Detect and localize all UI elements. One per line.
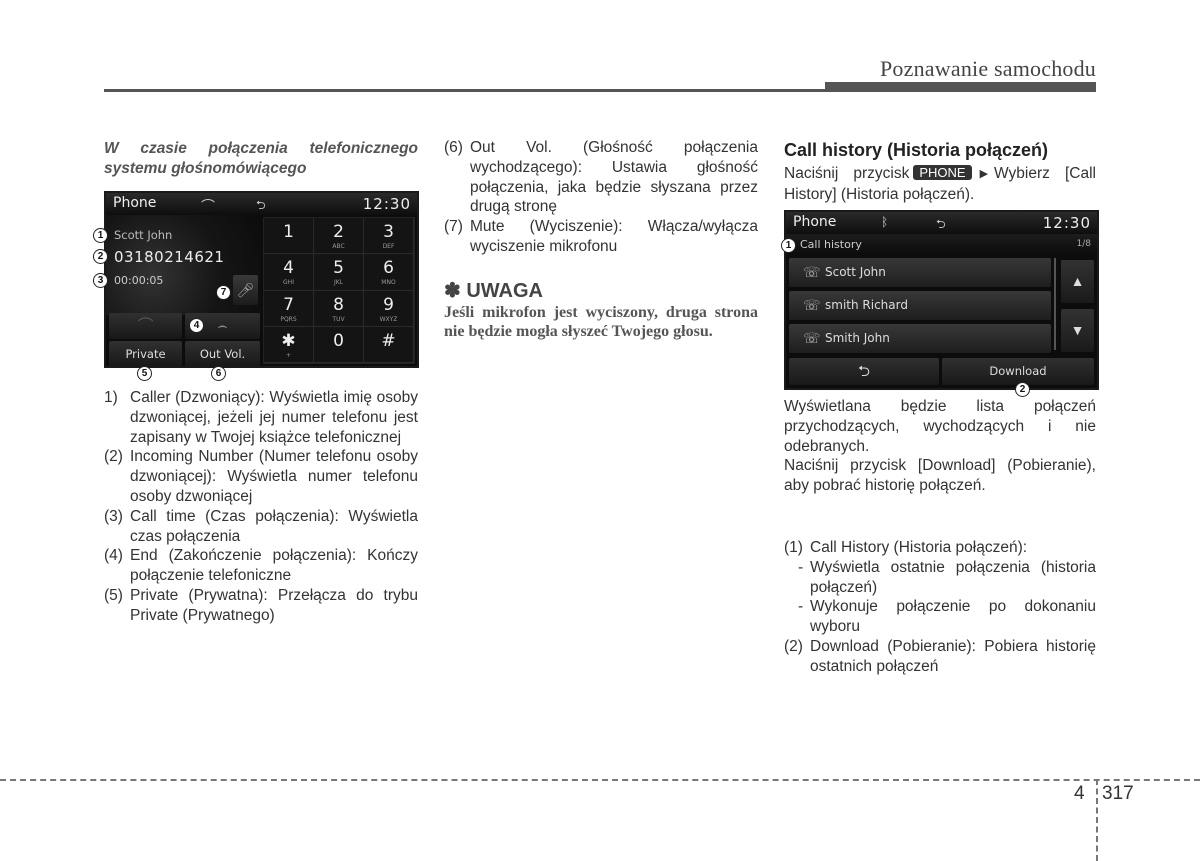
list-item: (6) Out Vol. (Głośność połączenia wychodz… [444,139,758,216]
list-item: (5) Private (Prywatna): Przełącza do tryb… [104,586,418,624]
missed-call-icon: ☏ [803,264,821,280]
list-item: 1) Caller (Dzwoniący): Wyświetla imię oso… [104,389,418,446]
usb-icon: ⮌ [936,217,946,231]
list-item: (2) Incoming Number (Numer telefonu osoby… [104,448,418,505]
chapter-number: 4 [1074,783,1085,804]
triangle-down-icon: ▼ [1070,322,1085,338]
key-6[interactable]: 6 MNO [364,254,414,291]
list-item: (3) Call time (Czas połączenia): Wyświetl… [104,507,418,545]
clock: 12:30 [362,195,411,213]
call-time: 00:00:05 [114,274,164,287]
note-title: ✽ UWAGA [444,280,543,302]
note-text: Jeśli mikrofon jest wyciszony, druga str… [444,304,758,340]
header-rule [104,89,826,92]
paragraph-list-info: Wyświetlana będzie lista połączeń przych… [784,398,1096,455]
phone-button-badge: PHONE [913,165,972,180]
call-history-label: Call history [800,238,862,251]
subheading: W czasie połączenia telefonicznego syste… [104,140,418,177]
right-description-list: (1) Call History (Historia połączeń): - Wy… [784,538,1096,677]
callout-2: 2 [1015,382,1030,397]
call-history-subheader: Call history 1/8 [786,234,1097,254]
dial-keypad: 1 2 ABC 3 DEF 4 GHI 5 JKL 6 MNO 7 PQRS 8 TUV 9W… [263,217,415,364]
list-item: (7) Mute (Wyciszenie): Włącza/wyłącza wyc… [444,218,758,255]
key-5[interactable]: 5 JKL [314,254,364,291]
header-bar [825,82,1096,92]
page-indicator: 1/8 [1076,239,1091,249]
bluetooth-icon: ᛒ [881,215,889,229]
call-history-screen: Phone ᛒ ⮌ 12:30 Call history 1/8 ☏ Scott… [784,210,1099,390]
key-7[interactable]: 7 PQRS [264,290,314,327]
sub-list-item: - Wykonuje połączenie po dokonaniu wyboru [798,598,1096,636]
key-8[interactable]: 8 TUV [314,290,364,327]
left-description-list: 1) Caller (Dzwoniący): Wyświetla imię oso… [104,388,418,626]
status-bar: Phone ᛒ ⮌ 12:30 [786,212,1097,234]
usb-icon: ⮌ [256,198,266,212]
scroll-up-button[interactable]: ▲ [1061,260,1094,303]
history-entry[interactable]: ☏ Smith John [789,324,1051,353]
description-paragraphs: Wyświetlana będzie lista połączeń przych… [784,397,1096,496]
call-button[interactable]: ⌒ [109,313,182,339]
back-button[interactable]: ⮌ [789,358,939,385]
mute-microphone-icon: 🎤︎ [236,282,255,298]
instruction-paragraph: Naciśnij przycisk PHONE ▶ Wybierz [Call His… [784,165,1096,203]
call-icon: ⌒ [137,316,154,335]
callout-2: 2 [93,249,108,264]
key-star[interactable]: ✱ + [264,326,314,363]
page-number: 317 [1102,783,1134,804]
callout-4: 4 [189,318,204,333]
key-2[interactable]: 2 ABC [314,218,364,255]
list-item: (2) Download (Pobieranie): Pobiera histor… [784,637,1096,675]
callout-5: 5 [137,366,152,381]
key-9[interactable]: 9 WXYZ [364,290,414,327]
call-history-heading: Call history (Historia połączeń) [784,140,1049,160]
callout-1: 1 [93,228,108,243]
callout-3: 3 [93,273,108,288]
footer-dashed-rule [0,779,1200,781]
private-button[interactable]: Private [109,341,182,366]
phone-call-screen: Phone ⌒ ⮌ 12:30 Scott John 03180214621 0… [104,191,419,368]
middle-description-list: (6) Out Vol. (Głośność połączenia wychodz… [444,138,758,257]
triangle-up-icon: ▲ [1070,273,1085,289]
phone-handset-icon: ⌒ [201,199,215,215]
key-3[interactable]: 3 DEF [364,218,414,255]
callout-1: 1 [781,238,796,253]
arrow-right-icon: ▶ [979,168,989,180]
key-hash[interactable]: # [364,326,414,363]
history-entry[interactable]: ☏ smith Richard [789,291,1051,320]
section-title: Poznawanie samochodu [880,56,1096,81]
key-4[interactable]: 4 GHI [264,254,314,291]
screen-title: Phone [113,195,157,211]
download-button[interactable]: Download [942,358,1094,385]
paragraph-download-info: Naciśnij przycisk [Download] (Pobieranie… [784,457,1096,495]
mute-button[interactable]: 🎤︎ [233,275,258,305]
list-item: (1) Call History (Historia połączeń): - Wy… [784,539,1096,636]
screen-title: Phone [793,214,837,230]
history-entry[interactable]: ☏ Scott John [789,258,1051,287]
scroll-down-button[interactable]: ▼ [1061,309,1094,352]
outgoing-call-icon: ☏ [803,297,821,313]
footer-vertical-rule [1096,779,1098,861]
sub-list-item: - Wyświetla ostatnie połączenia (historia… [798,558,1096,596]
key-0[interactable]: 0 [314,326,364,363]
asterisk-icon: ✽ [444,280,461,302]
outgoing-call-icon: ☏ [803,330,821,346]
back-arrow-icon: ⮌ [857,362,870,380]
list-item: (4) End (Zakończenie połączenia): Kończy … [104,547,418,585]
caller-name: Scott John [114,228,173,242]
key-1[interactable]: 1 [264,218,314,255]
callout-6: 6 [211,366,226,381]
status-bar: Phone ⌒ ⮌ 12:30 [106,193,417,215]
incoming-number: 03180214621 [114,248,225,266]
scrollbar[interactable] [1054,258,1056,350]
clock: 12:30 [1042,214,1091,232]
out-vol-button[interactable]: Out Vol. [185,341,260,366]
callout-7: 7 [216,285,231,300]
end-call-icon: ⌢ [217,316,228,335]
